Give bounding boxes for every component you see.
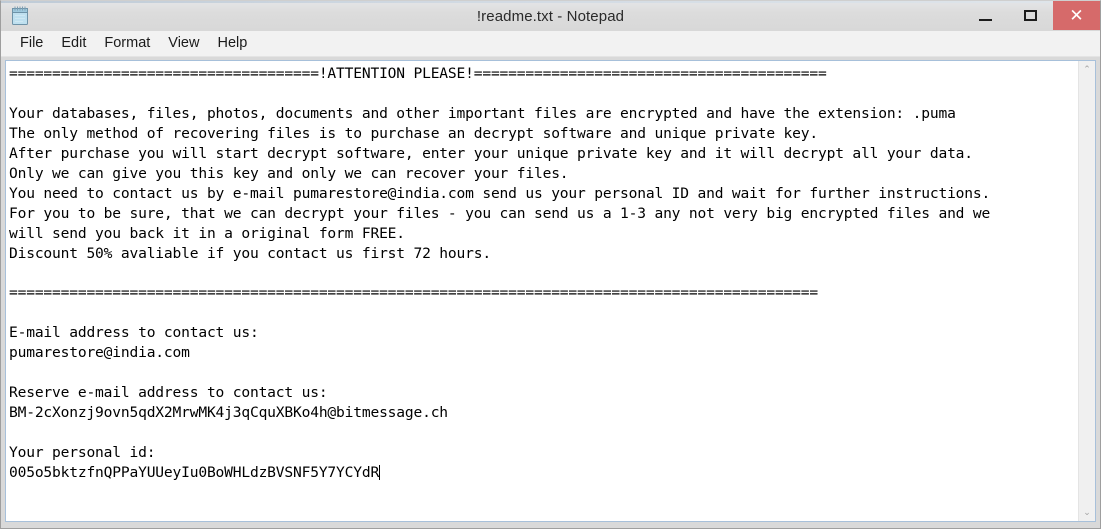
minimize-button[interactable]: [963, 1, 1008, 30]
scroll-up-icon[interactable]: ⌃: [1079, 61, 1096, 78]
title-bar[interactable]: !readme.txt - Notepad ✕: [1, 1, 1100, 31]
document-text: ====================================!ATT…: [9, 65, 991, 482]
window-controls: ✕: [963, 1, 1100, 31]
window-title: !readme.txt - Notepad: [476, 7, 625, 25]
title-bar-accent-line: [1, 1, 1100, 3]
menu-item-help[interactable]: Help: [208, 33, 256, 54]
menu-item-file[interactable]: File: [11, 33, 52, 54]
maximize-button[interactable]: [1008, 1, 1053, 30]
menu-bar: File Edit Format View Help: [1, 31, 1100, 57]
vertical-scrollbar[interactable]: ⌃ ⌄: [1078, 61, 1095, 521]
close-button[interactable]: ✕: [1053, 1, 1100, 30]
editor-frame: ====================================!ATT…: [5, 60, 1096, 522]
notepad-icon: [10, 5, 31, 27]
notepad-window: !readme.txt - Notepad ✕ File Edit Format…: [0, 0, 1101, 529]
close-icon: ✕: [1069, 5, 1084, 25]
menu-item-view[interactable]: View: [159, 33, 208, 54]
menu-item-edit[interactable]: Edit: [52, 33, 95, 54]
menu-item-format[interactable]: Format: [95, 33, 159, 54]
scrollbar-track[interactable]: [1079, 78, 1096, 504]
scroll-down-icon[interactable]: ⌄: [1079, 504, 1096, 521]
text-caret: [379, 465, 381, 481]
maximize-icon: [1024, 10, 1037, 21]
text-editor[interactable]: ====================================!ATT…: [6, 61, 1078, 521]
client-area: ====================================!ATT…: [1, 57, 1100, 528]
minimize-icon: [979, 19, 992, 21]
